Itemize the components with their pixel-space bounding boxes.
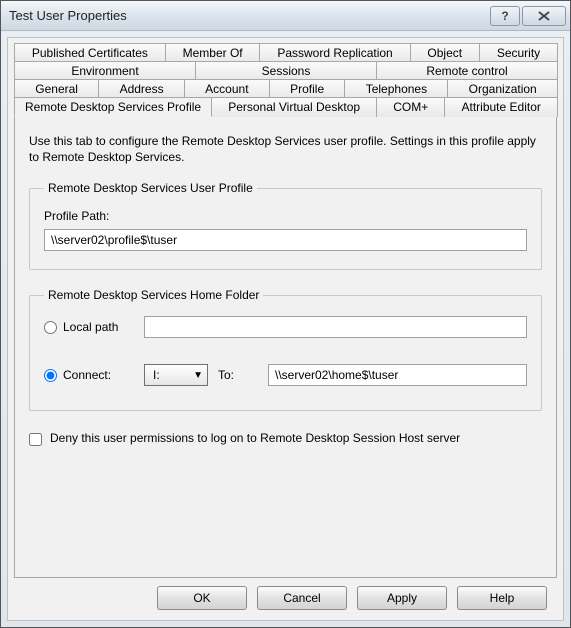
tab-sessions[interactable]: Sessions xyxy=(195,61,377,80)
connect-radio-label[interactable]: Connect: xyxy=(44,368,134,382)
dialog-buttons: OK Cancel Apply Help xyxy=(14,578,557,612)
tab-published-certificates[interactable]: Published Certificates xyxy=(14,43,166,62)
tab-organization[interactable]: Organization xyxy=(447,79,558,98)
tab-com-plus[interactable]: COM+ xyxy=(376,97,445,117)
tab-member-of[interactable]: Member Of xyxy=(165,43,261,62)
drive-letter-select[interactable]: I: ▼ xyxy=(144,364,208,386)
local-path-input[interactable] xyxy=(144,316,527,338)
profile-path-input[interactable] xyxy=(44,229,527,251)
tab-rds-profile[interactable]: Remote Desktop Services Profile xyxy=(14,97,212,117)
profile-group: Remote Desktop Services User Profile Pro… xyxy=(29,181,542,270)
drive-letter-value: I: xyxy=(153,368,160,382)
tab-account[interactable]: Account xyxy=(184,79,270,98)
cancel-button[interactable]: Cancel xyxy=(257,586,347,610)
window-title: Test User Properties xyxy=(9,8,490,23)
profile-path-label: Profile Path: xyxy=(44,209,527,223)
ok-button[interactable]: OK xyxy=(157,586,247,610)
connect-radio[interactable] xyxy=(44,369,57,382)
tab-general[interactable]: General xyxy=(14,79,99,98)
help-button[interactable]: Help xyxy=(457,586,547,610)
dialog-window: Test User Properties ? Published Certifi… xyxy=(0,0,571,628)
connect-row: Connect: I: ▼ To: xyxy=(44,364,527,386)
local-path-text: Local path xyxy=(63,320,118,334)
client-area: Published Certificates Member Of Passwor… xyxy=(7,37,564,621)
tab-object[interactable]: Object xyxy=(410,43,480,62)
local-path-radio[interactable] xyxy=(44,321,57,334)
deny-row: Deny this user permissions to log on to … xyxy=(29,431,542,446)
local-path-row: Local path xyxy=(44,316,527,338)
titlebar[interactable]: Test User Properties ? xyxy=(1,1,570,31)
tab-strip: Published Certificates Member Of Passwor… xyxy=(14,44,557,117)
tab-personal-virtual-desktop[interactable]: Personal Virtual Desktop xyxy=(211,97,377,117)
tab-remote-control[interactable]: Remote control xyxy=(376,61,558,80)
help-icon[interactable]: ? xyxy=(490,6,520,26)
local-path-radio-label[interactable]: Local path xyxy=(44,320,134,334)
tab-profile[interactable]: Profile xyxy=(269,79,346,98)
chevron-down-icon: ▼ xyxy=(193,370,203,381)
to-label: To: xyxy=(218,368,258,382)
connect-text: Connect: xyxy=(63,368,111,382)
deny-label: Deny this user permissions to log on to … xyxy=(50,431,460,445)
home-folder-legend: Remote Desktop Services Home Folder xyxy=(44,288,263,302)
titlebar-buttons: ? xyxy=(490,6,566,26)
tab-environment[interactable]: Environment xyxy=(14,61,196,80)
tab-security[interactable]: Security xyxy=(479,43,558,62)
home-folder-group: Remote Desktop Services Home Folder Loca… xyxy=(29,288,542,411)
apply-button[interactable]: Apply xyxy=(357,586,447,610)
tab-description: Use this tab to configure the Remote Des… xyxy=(29,133,542,165)
close-icon[interactable] xyxy=(522,6,566,26)
tab-attribute-editor[interactable]: Attribute Editor xyxy=(444,97,558,117)
deny-checkbox[interactable] xyxy=(29,433,42,446)
tab-address[interactable]: Address xyxy=(98,79,185,98)
profile-group-legend: Remote Desktop Services User Profile xyxy=(44,181,257,195)
tab-panel: Use this tab to configure the Remote Des… xyxy=(14,116,557,578)
tab-telephones[interactable]: Telephones xyxy=(344,79,448,98)
connect-to-input[interactable] xyxy=(268,364,527,386)
tab-password-replication[interactable]: Password Replication xyxy=(259,43,410,62)
